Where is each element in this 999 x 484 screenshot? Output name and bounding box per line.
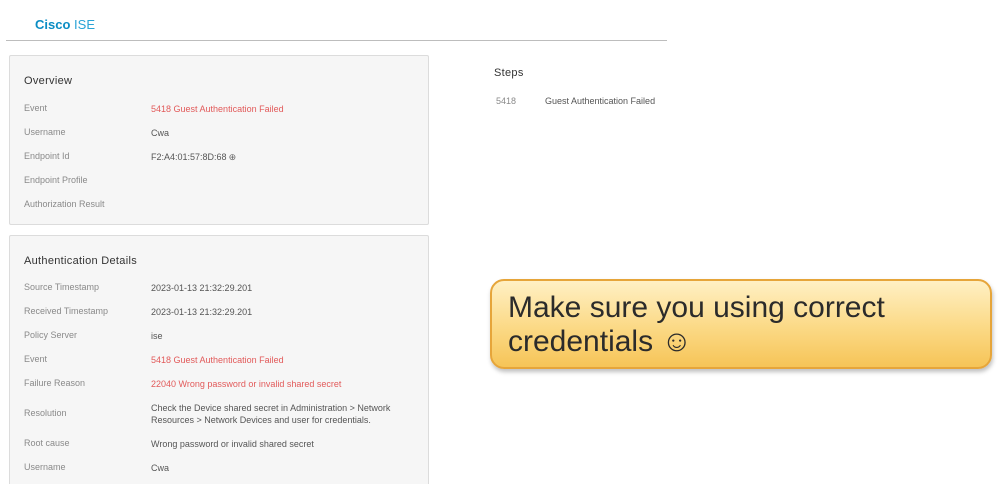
row-label: Endpoint Profile xyxy=(24,175,88,185)
endpoint-id-value-wrap: F2:A4:01:57:8D:68 ⊕ xyxy=(151,151,411,163)
row-value: 22040 Wrong password or invalid shared s… xyxy=(151,379,342,389)
row-label: Resolution xyxy=(24,408,67,418)
globe-icon[interactable]: ⊕ xyxy=(229,152,237,162)
brand-name-bold: Cisco xyxy=(35,17,71,32)
auth-details-title: Authentication Details xyxy=(24,255,137,267)
row-label: Username xyxy=(24,462,66,472)
row-label: Authorization Result xyxy=(24,199,105,209)
overview-title: Overview xyxy=(24,75,73,87)
auth-details-panel: Authentication Details Source Timestamp … xyxy=(9,235,429,484)
row-label: Event xyxy=(24,103,48,113)
row-value: Cwa xyxy=(151,128,170,138)
row-label: Endpoint Id xyxy=(24,151,70,161)
steps-title: Steps xyxy=(494,67,524,79)
header-divider xyxy=(6,40,667,41)
row-value: ise xyxy=(151,331,163,341)
app-brand: Cisco ISE xyxy=(35,17,95,32)
row-value: 2023-01-13 21:32:29.201 xyxy=(151,283,253,293)
step-code: 5418 xyxy=(496,96,517,106)
row-label: Username xyxy=(24,127,66,137)
row-label: Failure Reason xyxy=(24,378,86,388)
row-label: Received Timestamp xyxy=(24,306,109,316)
row-value: F2:A4:01:57:8D:68 xyxy=(151,152,227,162)
row-value: 2023-01-13 21:32:29.201 xyxy=(151,307,253,317)
row-value: 5418 Guest Authentication Failed xyxy=(151,104,284,114)
step-description: Guest Authentication Failed xyxy=(545,96,656,106)
overview-panel: Overview Event 5418 Guest Authentication… xyxy=(9,55,429,225)
row-label: Policy Server xyxy=(24,330,78,340)
row-value: 5418 Guest Authentication Failed xyxy=(151,355,284,365)
callout-text: Make sure you using correct credentials … xyxy=(508,291,885,358)
row-label: Source Timestamp xyxy=(24,282,100,292)
brand-name-light: ISE xyxy=(74,17,95,32)
row-value: Cwa xyxy=(151,463,170,473)
row-label: Root cause xyxy=(24,438,70,448)
tip-callout: Make sure you using correct credentials … xyxy=(490,279,992,369)
row-label: Event xyxy=(24,354,48,364)
row-value: Check the Device shared secret in Admini… xyxy=(151,403,391,425)
row-value: Wrong password or invalid shared secret xyxy=(151,439,314,449)
